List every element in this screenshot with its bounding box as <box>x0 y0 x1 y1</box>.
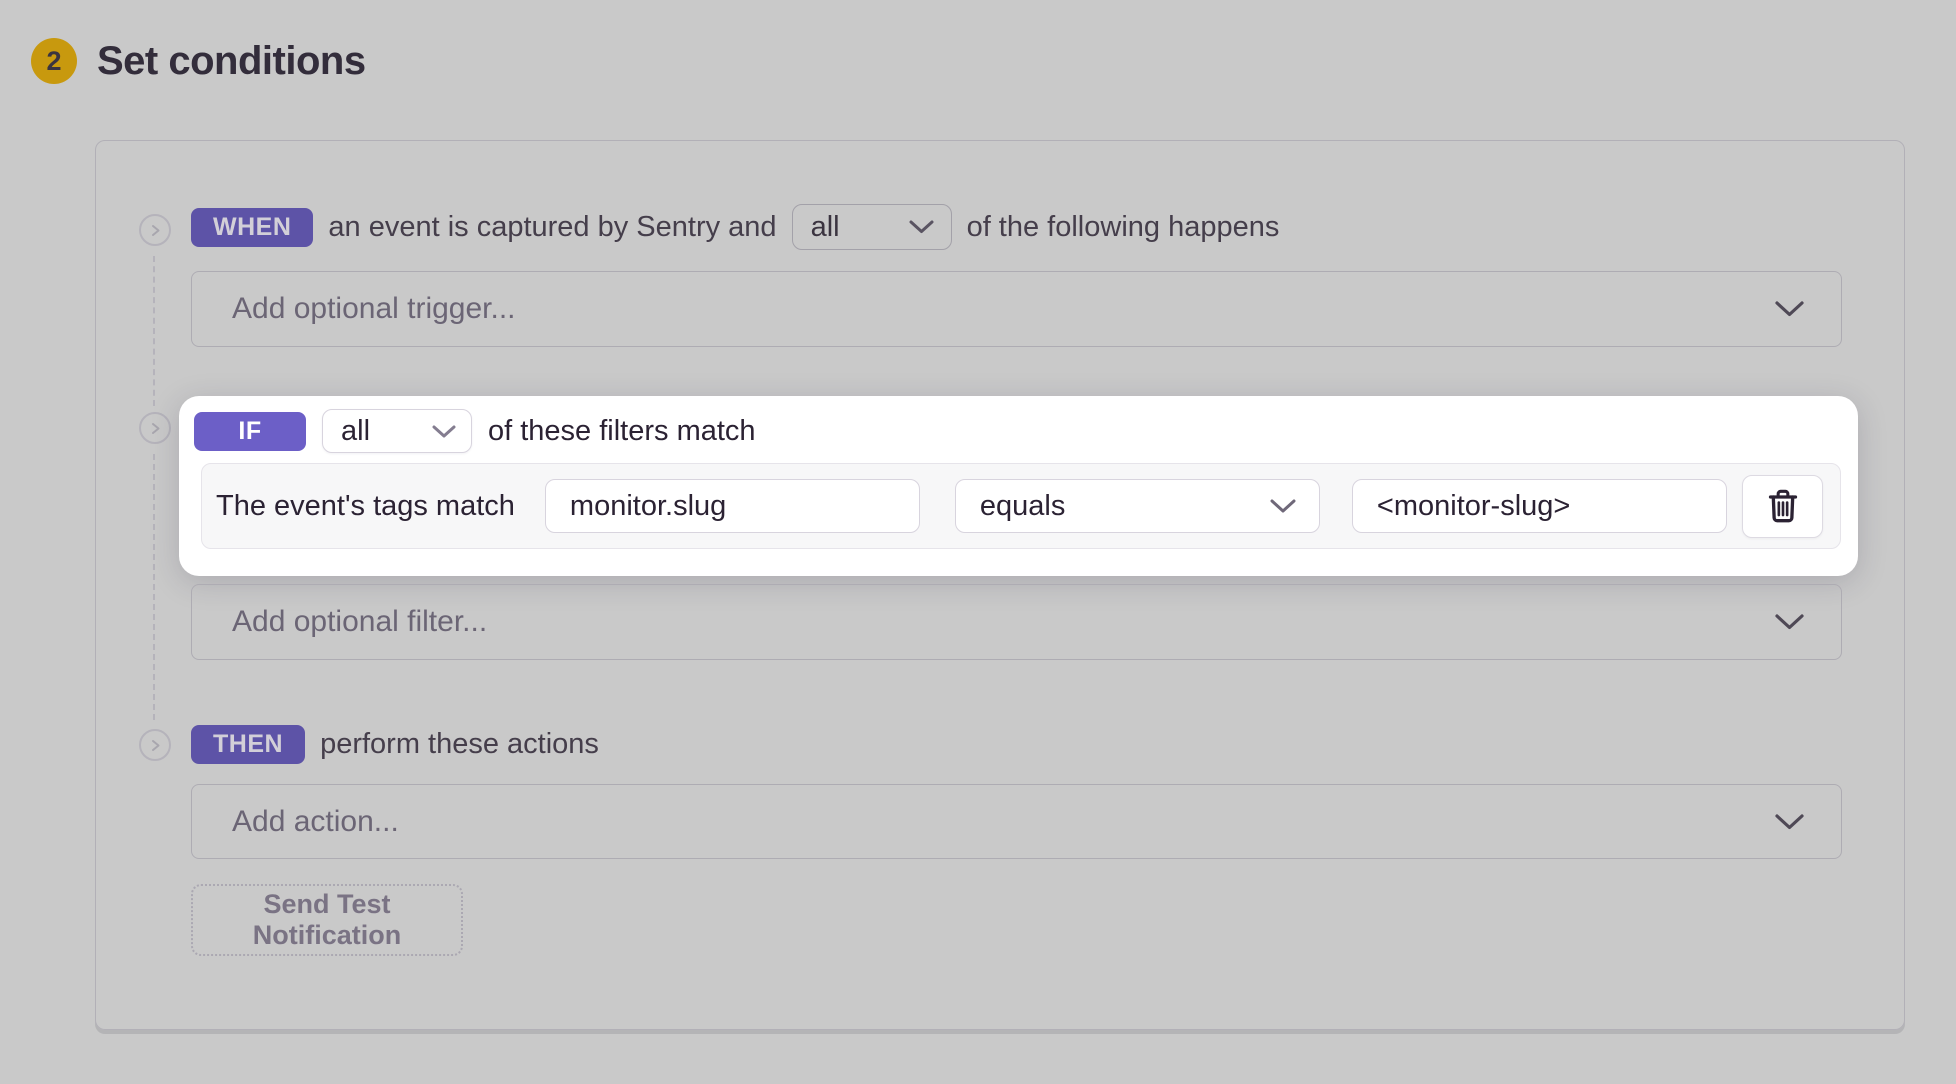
set-conditions-header: 2 Set conditions <box>31 38 366 84</box>
filter-condition-row: The event's tags match equals <box>201 463 1841 549</box>
filter-operator-select[interactable]: equals <box>955 479 1320 533</box>
rail-connector <box>153 256 155 406</box>
trash-icon <box>1766 488 1800 524</box>
chevron-down-icon <box>1774 813 1805 831</box>
then-text: perform these actions <box>320 728 599 761</box>
step-number-badge: 2 <box>31 38 77 84</box>
step-number: 2 <box>46 46 61 77</box>
then-row: THEN perform these actions <box>191 721 599 767</box>
add-trigger-dropdown[interactable]: Add optional trigger... <box>191 271 1842 347</box>
add-trigger-placeholder: Add optional trigger... <box>232 292 516 326</box>
if-section-card: IF all of these filters match The event'… <box>179 396 1858 576</box>
filter-label: The event's tags match <box>216 490 515 523</box>
when-collapse-chevron-icon <box>139 214 171 246</box>
chevron-down-icon <box>1774 613 1805 631</box>
if-collapse-chevron-icon <box>139 412 171 444</box>
if-match-select[interactable]: all <box>322 409 472 453</box>
chevron-down-icon <box>431 424 457 439</box>
then-collapse-chevron-icon <box>139 729 171 761</box>
send-test-notification-button[interactable]: Send Test Notification <box>191 884 463 956</box>
add-filter-dropdown[interactable]: Add optional filter... <box>191 584 1842 660</box>
chevron-down-icon <box>908 219 935 235</box>
filter-operator-value: equals <box>980 490 1065 523</box>
when-badge: WHEN <box>191 208 313 247</box>
conditions-panel: WHEN an event is captured by Sentry and … <box>95 140 1905 1030</box>
then-badge: THEN <box>191 725 305 764</box>
if-badge: IF <box>194 412 306 451</box>
rail-connector <box>153 454 155 720</box>
chevron-down-icon <box>1774 300 1805 318</box>
page-title: Set conditions <box>97 39 366 84</box>
when-match-select-value: all <box>811 211 840 244</box>
when-row: WHEN an event is captured by Sentry and … <box>191 204 1279 250</box>
when-text-before: an event is captured by Sentry and <box>328 211 776 244</box>
add-filter-placeholder: Add optional filter... <box>232 605 487 639</box>
chevron-down-icon <box>1269 498 1297 514</box>
filter-value-input[interactable] <box>1352 479 1727 533</box>
when-text-after: of the following happens <box>967 211 1280 244</box>
if-match-select-value: all <box>341 415 370 448</box>
delete-filter-button[interactable] <box>1742 475 1823 538</box>
if-text-after: of these filters match <box>488 415 756 448</box>
add-action-placeholder: Add action... <box>232 805 399 839</box>
if-row: IF all of these filters match <box>194 409 756 453</box>
filter-key-input[interactable] <box>545 479 920 533</box>
add-action-dropdown[interactable]: Add action... <box>191 784 1842 859</box>
when-match-select[interactable]: all <box>792 204 952 250</box>
